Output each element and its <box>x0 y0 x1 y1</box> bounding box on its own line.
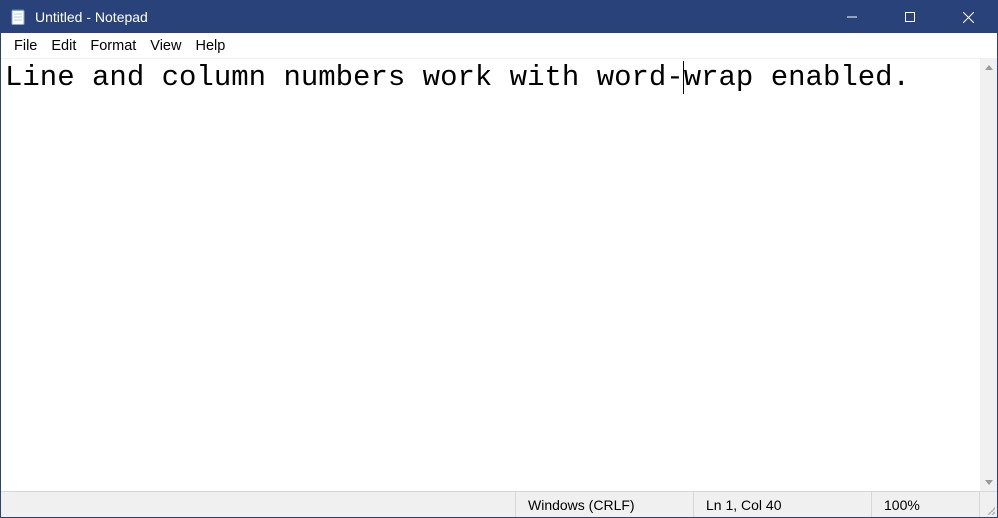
window-title: Untitled - Notepad <box>35 9 148 25</box>
notepad-icon <box>9 8 27 26</box>
maximize-button[interactable] <box>881 1 939 33</box>
vertical-scrollbar[interactable] <box>980 59 997 491</box>
maximize-icon <box>905 12 915 22</box>
editor-text-after-caret: wrap enabled. <box>684 61 910 94</box>
minimize-icon <box>847 12 857 22</box>
app-icon <box>1 8 35 26</box>
status-bar: Windows (CRLF) Ln 1, Col 40 100% <box>1 491 997 517</box>
menu-help[interactable]: Help <box>188 33 232 58</box>
status-caret-position: Ln 1, Col 40 <box>693 492 871 517</box>
minimize-button[interactable] <box>823 1 881 33</box>
menu-view[interactable]: View <box>143 33 188 58</box>
menu-bar: File Edit Format View Help <box>1 33 997 59</box>
titlebar[interactable]: Untitled - Notepad <box>1 1 997 33</box>
close-icon <box>963 12 974 23</box>
scroll-up-button[interactable] <box>980 59 997 76</box>
status-zoom: 100% <box>871 492 979 517</box>
close-button[interactable] <box>939 1 997 33</box>
scroll-down-button[interactable] <box>980 474 997 491</box>
chevron-down-icon <box>985 480 993 485</box>
menu-file[interactable]: File <box>7 33 44 58</box>
status-line-ending: Windows (CRLF) <box>515 492 693 517</box>
menu-format[interactable]: Format <box>83 33 143 58</box>
window-frame: Untitled - Notepad File Edit Format View… <box>0 0 998 518</box>
resize-grip[interactable] <box>979 492 997 517</box>
editor-text-before-caret: Line and column numbers work with word- <box>5 61 684 94</box>
chevron-up-icon <box>985 65 993 70</box>
menu-edit[interactable]: Edit <box>44 33 83 58</box>
content-area: Line and column numbers work with word-w… <box>1 59 997 491</box>
status-spacer <box>1 492 515 517</box>
editor-text-area[interactable]: Line and column numbers work with word-w… <box>1 59 980 491</box>
